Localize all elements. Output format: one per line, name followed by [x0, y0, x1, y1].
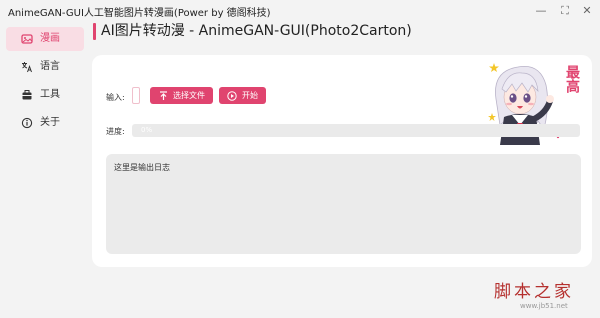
sidebar-item-label: 工具 [40, 89, 60, 100]
output-log[interactable]: 这里是输出日志 [106, 154, 581, 254]
select-file-label: 选择文件 [173, 91, 205, 100]
start-label: 开始 [242, 91, 258, 100]
sidebar-item-label: 漫画 [40, 33, 60, 44]
main-card: 输入: 选择文件 开始 最高 进度: 0% 这里是输出日志 [92, 55, 592, 267]
progress-bar: 0% [132, 124, 580, 137]
sidebar-item-tools[interactable]: 工具 [6, 83, 84, 107]
close-button[interactable]: ✕ [578, 2, 596, 20]
maximize-button[interactable]: ⛶ [556, 2, 574, 20]
image-icon [20, 32, 34, 46]
sidebar-item-language[interactable]: 语言 [6, 55, 84, 79]
input-path-field[interactable] [132, 87, 140, 104]
sidebar: 漫画 语言 工具 关于 [0, 22, 90, 318]
play-circle-icon [227, 90, 237, 101]
window-title: AnimeGAN-GUI人工智能图片转漫画(Power by 德阁科技) [8, 8, 271, 19]
select-file-button[interactable]: 选择文件 [150, 87, 213, 104]
info-icon [20, 116, 34, 130]
sidebar-item-comic[interactable]: 漫画 [6, 27, 84, 51]
progress-text: 0% [141, 126, 153, 134]
minimize-button[interactable]: — [532, 2, 550, 20]
input-label: 输入: [106, 93, 125, 102]
translate-icon [20, 60, 34, 74]
page-title: AI图片转动漫 - AnimeGAN-GUI(Photo2Carton) [101, 23, 412, 39]
window-titlebar: AnimeGAN-GUI人工智能图片转漫画(Power by 德阁科技) — ⛶… [0, 0, 600, 22]
progress-label: 进度: [106, 127, 125, 136]
toolbox-icon [20, 88, 34, 102]
sidebar-item-label: 语言 [40, 61, 60, 72]
title-accent-bar [93, 23, 96, 40]
sidebar-item-about[interactable]: 关于 [6, 111, 84, 135]
start-button[interactable]: 开始 [219, 87, 266, 104]
sidebar-item-label: 关于 [40, 117, 60, 128]
site-watermark: 脚本之家 www.jb51.net [494, 277, 594, 313]
watermark-url: www.jb51.net [520, 302, 568, 310]
upload-icon [158, 90, 168, 101]
mascot-caption: 最高 [564, 65, 580, 93]
watermark-text: 脚本之家 [494, 282, 574, 302]
